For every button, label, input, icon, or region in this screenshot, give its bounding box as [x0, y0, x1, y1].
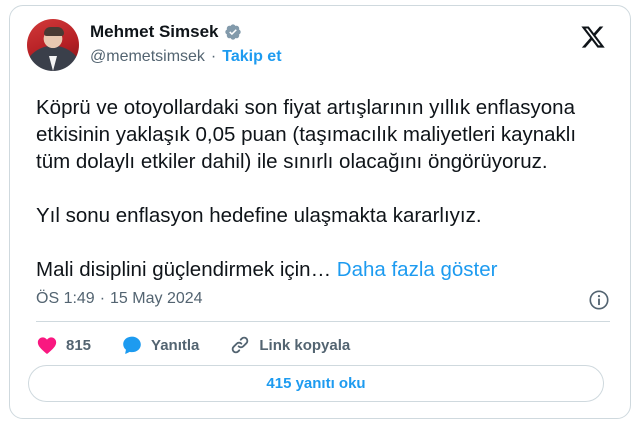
tweet-time[interactable]: ÖS 1:49 [36, 290, 95, 308]
x-logo-icon[interactable] [580, 24, 606, 50]
verified-badge-icon [224, 24, 241, 40]
read-replies-button[interactable]: 415 yanıtı oku [28, 365, 604, 402]
divider [36, 321, 610, 322]
handle-separator: · [210, 48, 217, 65]
action-bar: 815 Yanıtla Link kopyala [36, 334, 380, 356]
reply-button[interactable]: Yanıtla [121, 334, 199, 356]
speech-bubble-icon [123, 336, 141, 354]
follow-button[interactable]: Takip et [222, 48, 281, 66]
heart-icon [37, 337, 57, 354]
read-replies-label: 415 yanıtı oku [266, 375, 366, 392]
avatar[interactable] [27, 19, 79, 71]
author-handle-row: @memetsimsek · Takip et [90, 48, 282, 66]
avatar-hair [44, 27, 64, 36]
tweet-meta: ÖS 1:49 · 15 May 2024 [36, 290, 203, 308]
author-name[interactable]: Mehmet Simsek [90, 22, 219, 42]
copy-link-button[interactable]: Link kopyala [229, 334, 350, 356]
tweet-body: Köprü ve otoyollardaki son fiyat artışla… [36, 96, 577, 281]
like-count: 815 [66, 336, 92, 354]
info-icon[interactable] [588, 289, 610, 311]
meta-separator: · [99, 290, 106, 307]
tweet-text: Köprü ve otoyollardaki son fiyat artışla… [36, 94, 616, 283]
reply-label: Yanıtla [151, 336, 200, 354]
link-icon [232, 336, 249, 354]
tweet-date[interactable]: 15 May 2024 [110, 290, 203, 308]
author-handle[interactable]: @memetsimsek [90, 48, 205, 66]
show-more-link[interactable]: Daha fazla göster [337, 258, 498, 281]
author-name-row: Mehmet Simsek [90, 22, 242, 42]
like-button[interactable]: 815 [36, 334, 91, 356]
tweet-card: Mehmet Simsek @memetsimsek · Takip et Kö… [9, 5, 631, 419]
avatar-shirt [49, 56, 57, 71]
copy-link-label: Link kopyala [259, 336, 351, 354]
